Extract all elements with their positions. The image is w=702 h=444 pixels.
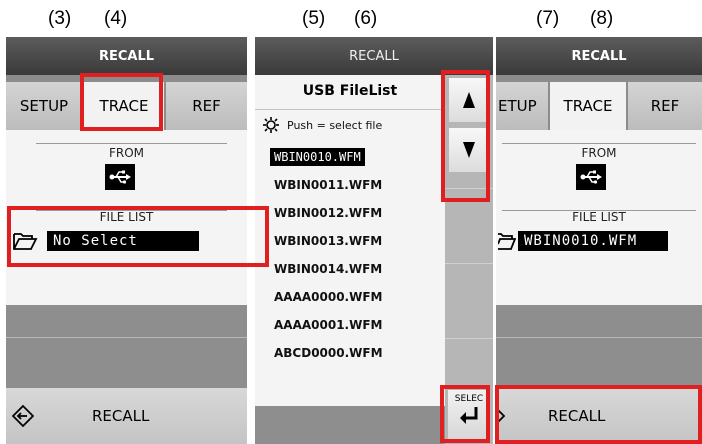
list-item[interactable]: WBIN0011.WFM xyxy=(270,176,386,194)
file-select-field[interactable]: WBIN0010.WFM xyxy=(518,231,668,251)
highlight-scroll-buttons xyxy=(441,70,490,202)
knob-icon xyxy=(263,117,279,133)
select-hint: Push = select file xyxy=(263,117,382,133)
row-divider xyxy=(6,337,247,338)
list-item[interactable]: WBIN0013.WFM xyxy=(270,232,386,250)
from-label: FROM xyxy=(581,146,617,160)
hint-text: Push = select file xyxy=(287,118,383,132)
list-title: USB FileList xyxy=(302,83,398,99)
list-footer xyxy=(255,406,445,444)
file-list-label: FILE LIST xyxy=(572,210,626,224)
step-label-8: (8) xyxy=(590,8,614,29)
step-label-7: (7) xyxy=(536,8,560,29)
list-item[interactable]: AAAA0001.WFM xyxy=(270,316,386,334)
step-label-5: (5) xyxy=(302,8,326,29)
list-item[interactable]: AAAA0000.WFM xyxy=(270,288,386,306)
empty-area xyxy=(496,305,702,388)
highlight-file-list xyxy=(7,206,269,267)
panel-title: RECALL xyxy=(496,37,702,75)
step-label-6: (6) xyxy=(354,8,378,29)
highlight-recall-button xyxy=(495,385,702,444)
list-item[interactable]: WBIN0010.WFM xyxy=(270,148,365,166)
recall-arrow-icon xyxy=(11,404,35,428)
list-item[interactable]: ABCD0000.WFM xyxy=(270,344,387,362)
highlight-trace-tab xyxy=(80,73,163,131)
highlight-select-button xyxy=(440,385,490,443)
usb-source-button[interactable] xyxy=(576,164,606,190)
list-item[interactable]: WBIN0012.WFM xyxy=(270,204,386,222)
recall-panel-right: RECALL ETUP TRACE REF FROM FILE LIST WBI… xyxy=(496,37,702,444)
row-divider xyxy=(445,338,493,339)
row-divider xyxy=(496,337,702,338)
panel-title: RECALL xyxy=(6,37,247,75)
tab-trace[interactable]: TRACE xyxy=(550,82,626,130)
tab-setup[interactable]: ETUP xyxy=(496,82,548,130)
divider xyxy=(502,143,696,144)
step-label-3: (3) xyxy=(48,8,72,29)
tab-ref[interactable]: REF xyxy=(166,82,247,130)
list-item[interactable]: WBIN0014.WFM xyxy=(270,260,386,278)
usb-icon xyxy=(109,170,131,184)
tab-setup[interactable]: SETUP xyxy=(6,82,82,130)
row-divider xyxy=(445,263,493,264)
divider xyxy=(255,109,445,110)
usb-icon xyxy=(580,170,602,184)
from-label: FROM xyxy=(108,146,145,160)
recall-content: FROM FILE LIST WBIN0010.WFM xyxy=(496,130,702,305)
recall-button[interactable]: RECALL xyxy=(6,388,247,444)
empty-area xyxy=(6,305,247,388)
usb-source-button[interactable] xyxy=(105,164,135,190)
folder-open-icon xyxy=(497,230,517,257)
usb-file-list: USB FileList Push = select file WBIN0010… xyxy=(255,75,445,406)
step-label-4: (4) xyxy=(104,8,128,29)
divider xyxy=(36,143,227,144)
tab-ref[interactable]: REF xyxy=(628,82,702,130)
recall-label: RECALL xyxy=(92,407,150,425)
